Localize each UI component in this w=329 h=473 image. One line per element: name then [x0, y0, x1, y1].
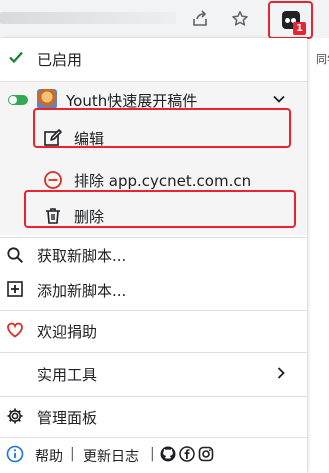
script-name: Youth快速展开稿件 [66, 92, 198, 110]
star-icon[interactable] [229, 8, 251, 30]
donate-label: 欢迎捐助 [37, 323, 98, 341]
share-icon[interactable] [189, 8, 211, 30]
edit-icon [43, 128, 63, 148]
forbid-icon [43, 170, 63, 190]
background-page-peek: 同学 [314, 38, 329, 78]
edit-menu-item[interactable]: 编辑 [0, 119, 307, 155]
enabled-toggle-row[interactable]: 已启用 [0, 38, 307, 78]
edit-label: 编辑 [74, 130, 105, 148]
get-new-script-label: 获取新脚本... [37, 247, 127, 265]
tampermonkey-extension-button[interactable]: 1 [268, 1, 313, 39]
add-new-script-label: 添加新脚本... [37, 282, 127, 300]
gear-icon [6, 407, 24, 425]
trash-icon [43, 206, 63, 226]
chevron-right-icon [274, 366, 288, 380]
divider [0, 396, 307, 397]
utilities-item[interactable]: 实用工具 [0, 359, 307, 389]
facebook-icon[interactable] [179, 446, 195, 462]
instagram-icon[interactable] [198, 446, 214, 462]
blurred-address-bar [0, 12, 176, 24]
exclude-menu-item[interactable]: 排除 app.cycnet.com.cn [0, 162, 307, 196]
check-icon [8, 49, 24, 65]
delete-menu-item[interactable]: 删除 [0, 198, 307, 232]
script-header-row[interactable]: Youth快速展开稿件 [0, 87, 307, 113]
tampermonkey-popup-menu: 已启用 Youth快速展开稿件 编辑 排除 app.cycnet.com.cn [0, 38, 307, 473]
add-box-icon [6, 280, 24, 298]
github-icon[interactable] [160, 446, 176, 462]
footer-separator: | [150, 446, 155, 462]
chevron-down-icon[interactable] [270, 90, 288, 108]
utilities-label: 实用工具 [37, 366, 98, 384]
script-toggle-switch[interactable] [8, 95, 28, 105]
browser-toolbar: 1 [0, 0, 329, 39]
delete-label: 删除 [74, 208, 105, 226]
dashboard-label: 管理面板 [37, 409, 98, 427]
get-new-script-item[interactable]: 获取新脚本... [0, 240, 307, 270]
divider [0, 437, 307, 438]
background-peek-text: 同学 [316, 53, 329, 66]
exclude-label: 排除 app.cycnet.com.cn [74, 172, 252, 190]
divider [0, 352, 307, 353]
heart-icon [6, 321, 24, 339]
script-section: Youth快速展开稿件 编辑 排除 app.cycnet.com.cn 删除 [0, 82, 307, 235]
changelog-link[interactable]: 更新日志 [83, 446, 139, 466]
footer-row: 帮助 | 更新日志 | [0, 440, 307, 470]
enabled-label: 已启用 [37, 51, 83, 69]
dashboard-item[interactable]: 管理面板 [0, 402, 307, 432]
divider [0, 237, 307, 238]
search-icon [6, 246, 24, 264]
add-new-script-item[interactable]: 添加新脚本... [0, 275, 307, 305]
divider [0, 310, 307, 311]
help-link[interactable]: 帮助 [35, 446, 63, 466]
info-icon [6, 445, 24, 463]
notification-badge: 1 [293, 22, 306, 35]
script-avatar [37, 89, 57, 109]
donate-item[interactable]: 欢迎捐助 [0, 316, 307, 346]
footer-separator: | [70, 446, 75, 462]
